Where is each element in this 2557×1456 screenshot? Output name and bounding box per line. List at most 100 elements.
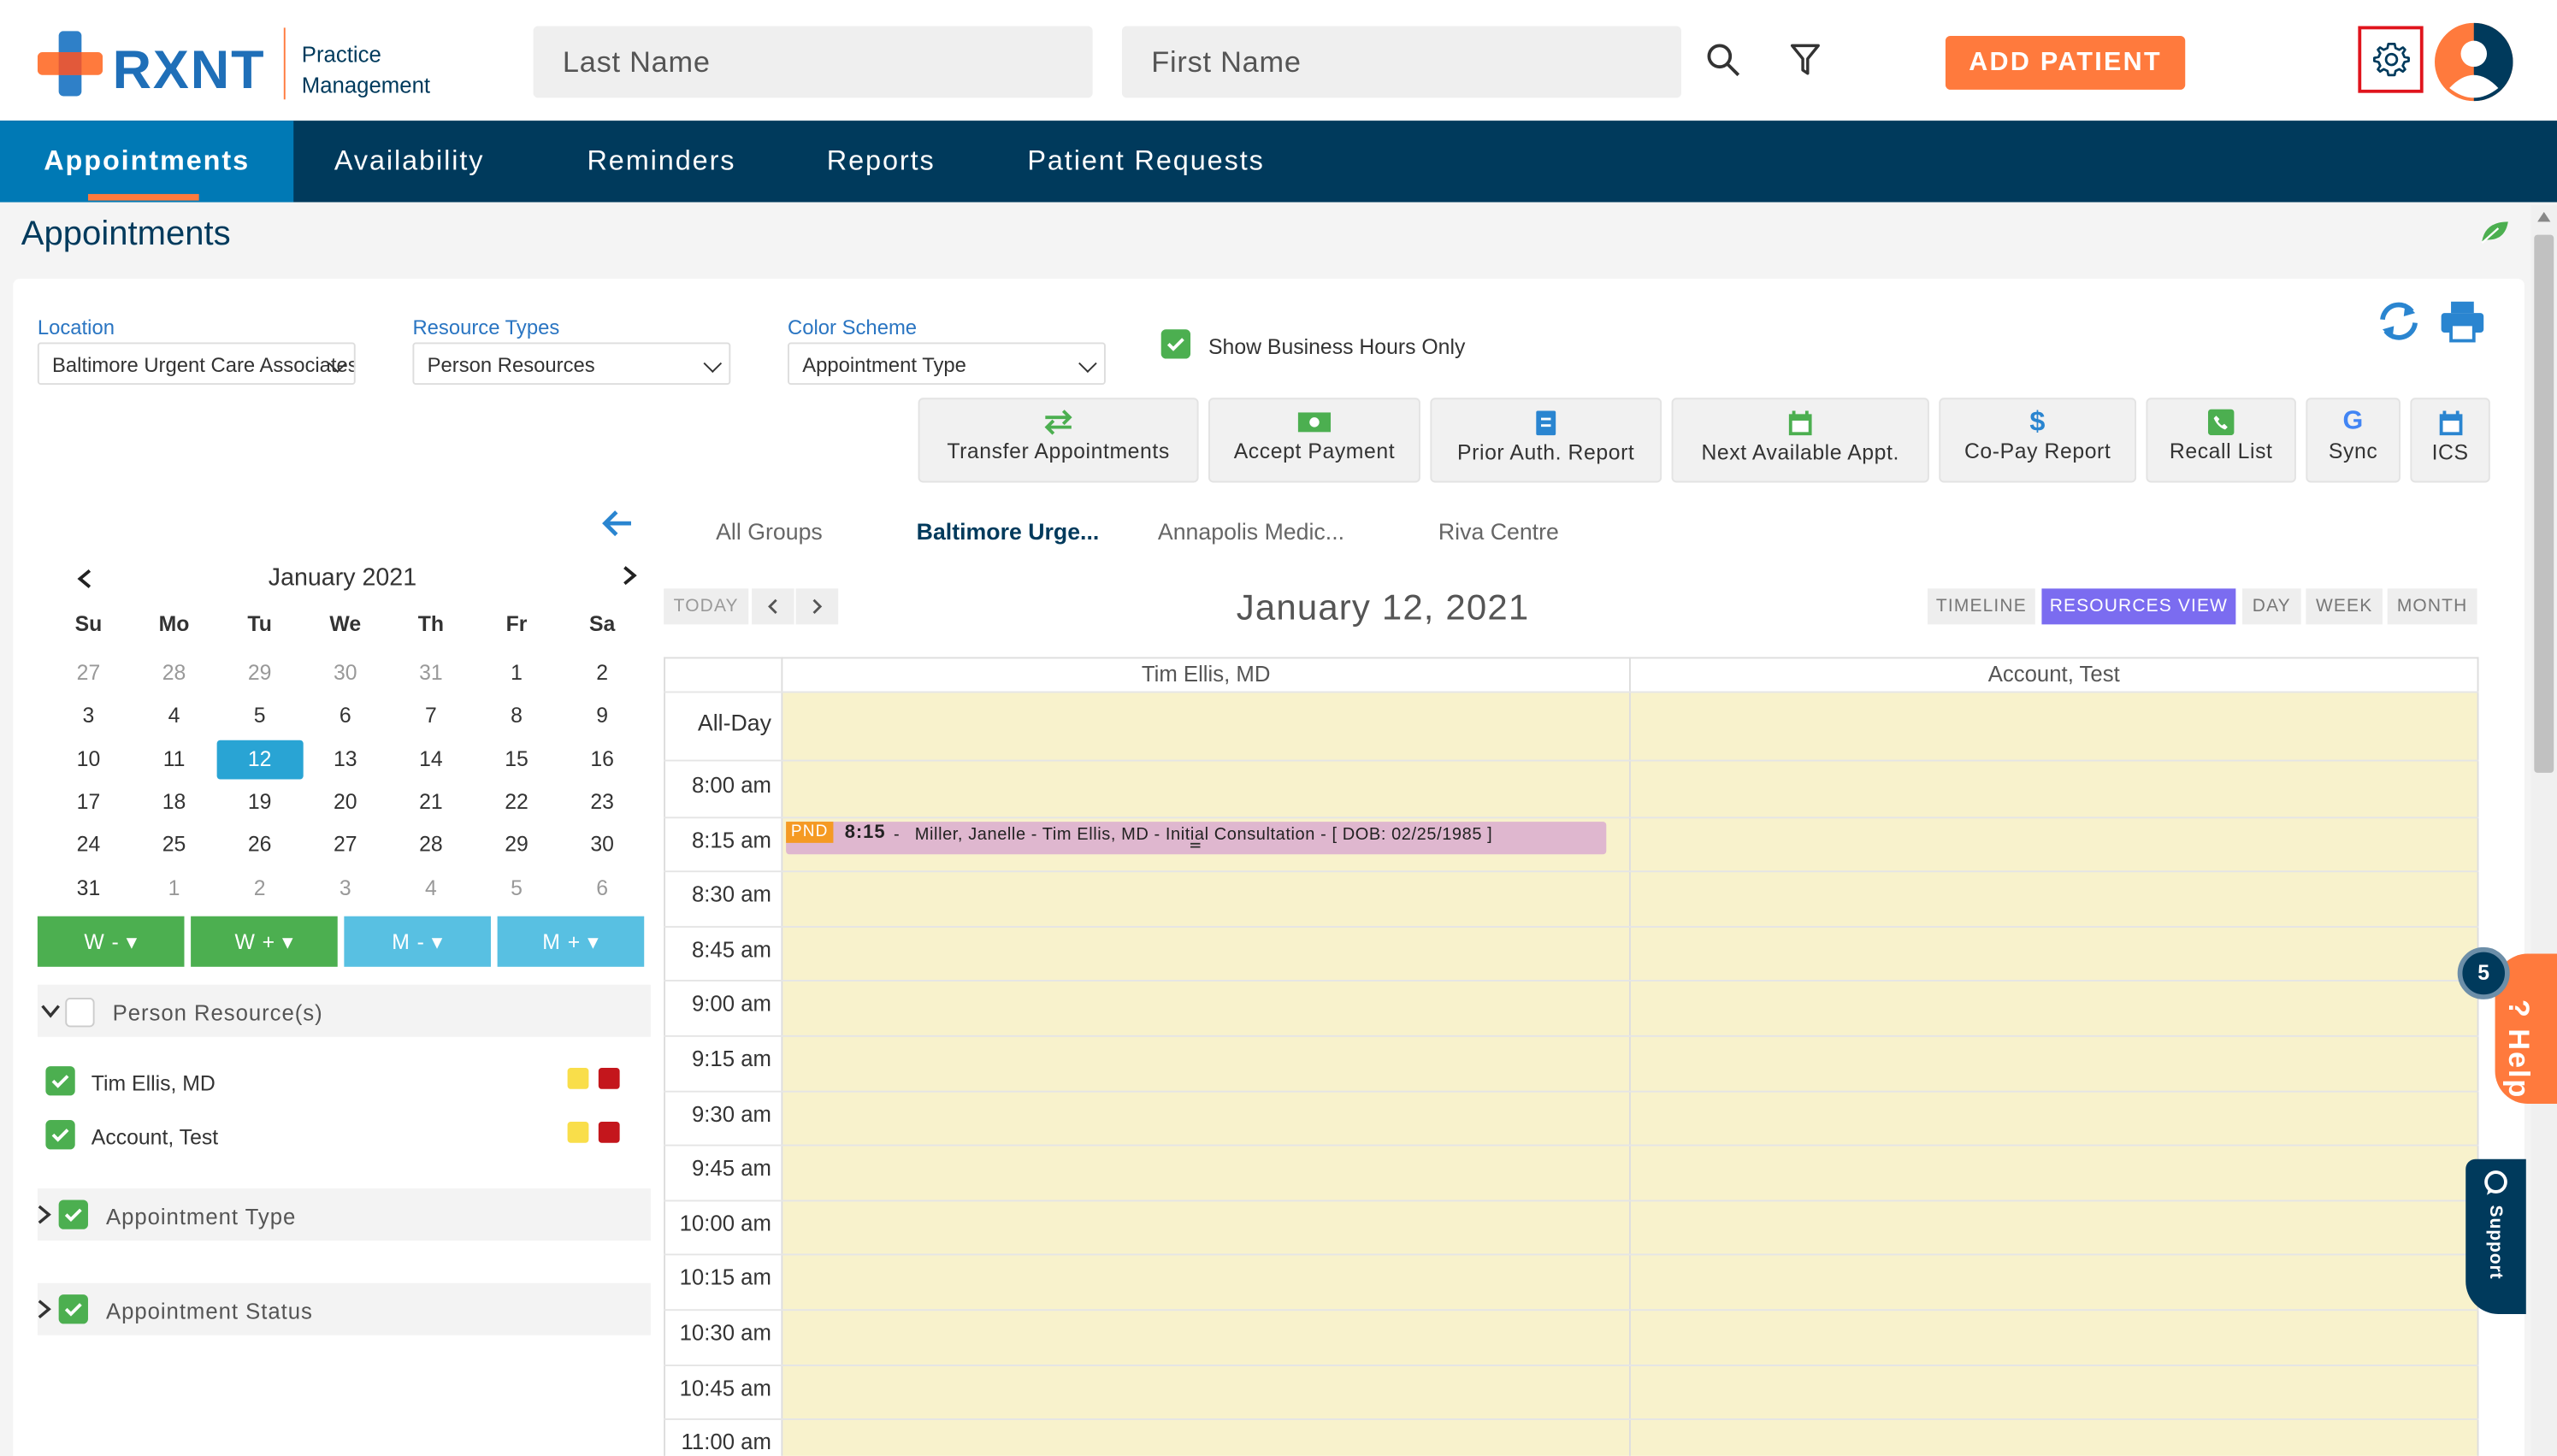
calendar-day[interactable]: 26 [217,825,303,864]
calendar-day[interactable]: 3 [303,868,388,907]
first-name-input[interactable]: First Name [1121,26,1682,98]
column-body-tim-ellis[interactable] [782,693,1629,1456]
calendar-day[interactable]: 3 [45,697,131,736]
calendar-day[interactable]: 22 [474,782,559,822]
calendar-day[interactable]: 1 [132,868,217,907]
location-select[interactable]: Baltimore Urgent Care Associates [37,342,356,386]
column-body-account-test[interactable] [1630,693,2477,1456]
appointment-type-header[interactable]: Appointment Type [37,1188,651,1241]
business-hours-checkbox[interactable] [1160,329,1191,359]
calendar-day[interactable]: 18 [132,782,217,822]
settings-button[interactable] [2358,26,2424,93]
last-name-input[interactable]: Last Name [533,26,1093,98]
group-tab-annapolis[interactable]: Annapolis Medic... [1158,518,1344,545]
view-resources-button[interactable]: RESOURCES VIEW [2041,588,2236,625]
next-day-button[interactable] [795,588,839,625]
nav-appointments[interactable]: Appointments [0,121,294,203]
week-plus-button[interactable]: W + ▾ [191,916,338,967]
calendar-day[interactable]: 30 [303,654,388,693]
calendar-day[interactable]: 9 [559,697,645,736]
calendar-day[interactable]: 6 [303,697,388,736]
week-minus-button[interactable]: W - ▾ [37,916,185,967]
calendar-day[interactable]: 27 [45,654,131,693]
collapse-panel-arrow-icon[interactable] [602,509,635,538]
calendar-day[interactable]: 27 [303,825,388,864]
calendar-day[interactable]: 4 [132,697,217,736]
calendar-day[interactable]: 15 [474,740,559,779]
today-button[interactable]: TODAY [664,588,749,625]
calendar-day[interactable]: 28 [132,654,217,693]
calendar-day[interactable]: 20 [303,782,388,822]
calendar-day[interactable]: 31 [45,868,131,907]
resource-checkbox-account-test[interactable] [45,1120,75,1150]
calendar-day-selected[interactable]: 12 [216,739,303,779]
calendar-day[interactable]: 29 [217,654,303,693]
appointment-block[interactable]: PND 8:15 - Miller, Janelle - Tim Ellis, … [786,822,1607,855]
calendar-day[interactable]: 24 [45,825,131,864]
view-week-button[interactable]: WEEK [2306,588,2383,625]
sync-button[interactable]: G Sync [2306,398,2401,483]
appointment-status-header[interactable]: Appointment Status [37,1282,651,1335]
resource-checkbox-tim-ellis[interactable] [45,1066,75,1096]
prev-day-button[interactable] [752,588,794,625]
page-scrollbar[interactable] [2530,205,2557,1456]
calendar-day[interactable]: 25 [132,825,217,864]
support-tab[interactable]: Support [2465,1158,2526,1314]
refresh-icon[interactable] [2376,300,2421,343]
appointment-status-checkbox[interactable] [58,1294,88,1324]
month-plus-button[interactable]: M + ▾ [497,916,645,967]
calendar-day[interactable]: 10 [45,740,131,779]
calendar-day[interactable]: 5 [474,868,559,907]
recall-list-button[interactable]: Recall List [2146,398,2296,483]
view-timeline-button[interactable]: TIMELINE [1927,588,2035,625]
nav-patient-requests[interactable]: Patient Requests [1027,121,1264,202]
calendar-day[interactable]: 2 [559,654,645,693]
view-day-button[interactable]: DAY [2241,588,2301,625]
calendar-day[interactable]: 8 [474,697,559,736]
calendar-day[interactable]: 16 [559,740,645,779]
calendar-day[interactable]: 7 [388,697,474,736]
nav-reminders[interactable]: Reminders [587,121,735,202]
scroll-up-arrow-icon[interactable] [2537,211,2551,222]
calendar-day[interactable]: 13 [303,740,388,779]
accept-payment-button[interactable]: Accept Payment [1208,398,1420,483]
ics-button[interactable]: ICS [2410,398,2490,483]
calendar-day[interactable]: 5 [217,697,303,736]
calendar-day[interactable]: 1 [474,654,559,693]
nav-availability[interactable]: Availability [334,121,484,202]
next-available-appt-button[interactable]: Next Available Appt. [1671,398,1929,483]
calendar-day[interactable]: 31 [388,654,474,693]
next-month-chevron-icon[interactable] [620,564,640,587]
group-tab-baltimore[interactable]: Baltimore Urge... [917,518,1100,545]
resize-handle-icon[interactable] [1190,842,1201,848]
nav-reports[interactable]: Reports [827,121,936,202]
calendar-day[interactable]: 28 [388,825,474,864]
calendar-day[interactable]: 19 [217,782,303,822]
group-tab-riva[interactable]: Riva Centre [1438,518,1559,545]
transfer-appointments-button[interactable]: Transfer Appointments [918,398,1199,483]
print-icon[interactable] [2440,300,2485,343]
resource-types-select[interactable]: Person Resources [412,342,731,386]
search-icon[interactable] [1706,43,1742,79]
person-resources-header[interactable]: Person Resource(s) [37,984,651,1037]
co-pay-report-button[interactable]: $ Co-Pay Report [1939,398,2137,483]
group-tab-all[interactable]: All Groups [716,518,823,545]
calendar-day[interactable]: 6 [559,868,645,907]
calendar-day[interactable]: 11 [132,740,217,779]
filter-icon[interactable] [1789,43,1822,79]
calendar-day[interactable]: 23 [559,782,645,822]
calendar-day[interactable]: 14 [388,740,474,779]
view-month-button[interactable]: MONTH [2387,588,2477,625]
color-scheme-select[interactable]: Appointment Type [788,342,1106,386]
add-patient-button[interactable]: ADD PATIENT [1945,35,2186,90]
appointment-type-checkbox[interactable] [58,1200,88,1229]
avatar[interactable] [2435,22,2513,102]
calendar-day[interactable]: 29 [474,825,559,864]
calendar-day[interactable]: 17 [45,782,131,822]
month-minus-button[interactable]: M - ▾ [344,916,491,967]
calendar-day[interactable]: 4 [388,868,474,907]
prev-month-chevron-icon[interactable] [75,568,95,591]
calendar-day[interactable]: 2 [217,868,303,907]
calendar-day[interactable]: 21 [388,782,474,822]
prior-auth-report-button[interactable]: Prior Auth. Report [1430,398,1662,483]
